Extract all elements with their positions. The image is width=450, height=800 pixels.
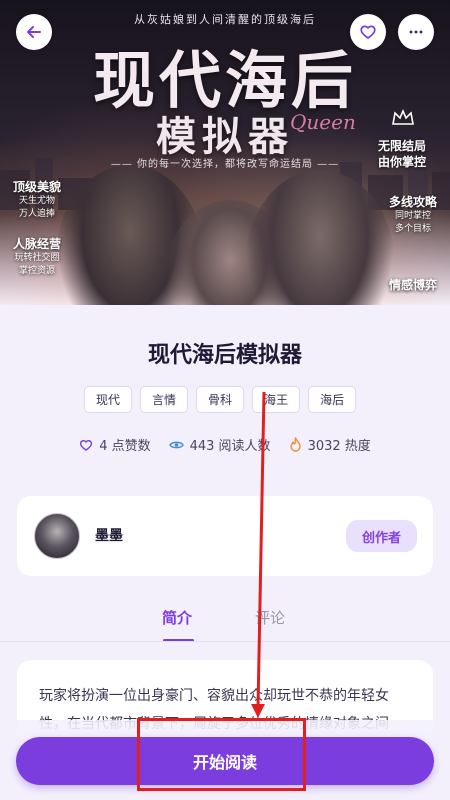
creator-badge: 创作者	[346, 520, 417, 552]
cover-left-label-line: 天生尤物	[18, 196, 55, 206]
reads-count: 443 阅读人数	[189, 439, 271, 454]
flame-icon	[289, 437, 301, 452]
more-button[interactable]	[398, 14, 434, 50]
tab-intro[interactable]: 简介	[162, 607, 192, 628]
more-dots-icon	[409, 30, 423, 34]
arrow-left-icon	[27, 26, 41, 38]
eye-icon	[168, 441, 184, 448]
heat-stat: 3032 热度	[289, 435, 371, 454]
crown-icon	[392, 108, 414, 125]
heart-outline-icon	[80, 439, 93, 451]
cover-right-label-heading: 情感博弈	[388, 278, 437, 292]
cover-script-word: Queen	[290, 110, 356, 134]
creator-name[interactable]: 墨墨	[95, 525, 123, 545]
heat-count: 3032 热度	[307, 439, 371, 454]
tab-comments[interactable]: 评论	[255, 607, 285, 628]
tag-chip[interactable]: 现代	[84, 386, 133, 413]
reads-stat: 443 阅读人数	[168, 435, 271, 454]
cover-right-label-2: 情感博弈	[378, 276, 448, 293]
avatar[interactable]	[34, 513, 80, 559]
tag-chip[interactable]: 海后	[308, 386, 357, 413]
heart-icon	[360, 25, 376, 39]
annotation-box	[137, 718, 306, 791]
cover-image: 从灰姑娘到人间清醒的顶级海后 现代海后 模拟器 Queen —— 你的每一次选择…	[0, 0, 450, 305]
cover-left-label-2: 人脉经营 玩转社交圈 掌控资源	[2, 235, 72, 278]
tag-list: 现代 言情 骨科 海王 海后	[84, 386, 357, 413]
cover-left-label-line: 万人追捧	[18, 209, 55, 219]
cover-right-label-line: 多个目标	[394, 224, 431, 234]
tab-divider	[0, 641, 450, 642]
book-title: 现代海后模拟器	[147, 343, 302, 368]
back-button[interactable]	[16, 14, 52, 50]
tag-chip[interactable]: 海王	[252, 386, 301, 413]
likes-count: 4 点赞数	[99, 439, 151, 454]
cover-left-label-heading: 顶级美貌	[12, 180, 61, 194]
tag-chip[interactable]: 骨科	[196, 386, 245, 413]
cover-right-label-heading: 多线攻略	[388, 195, 437, 209]
favorite-button[interactable]	[350, 14, 386, 50]
cover-left-label-line: 掌控资源	[18, 266, 55, 276]
tag-chip[interactable]: 言情	[140, 386, 189, 413]
cover-left-label-1: 顶级美貌 天生尤物 万人追捧	[2, 178, 72, 221]
cover-badge-line1: 无限结局	[377, 139, 426, 153]
creator-card[interactable]: 墨墨 创作者	[17, 496, 433, 576]
cover-badge-line2: 由你掌控	[377, 155, 426, 169]
cover-left-label-heading: 人脉经营	[12, 237, 61, 251]
stats-row: 4 点赞数 443 阅读人数 3032 热度	[0, 435, 450, 454]
likes-stat: 4 点赞数	[79, 435, 151, 454]
cover-badge: 无限结局 由你掌控	[372, 138, 432, 170]
cover-left-label-line: 玩转社交圈	[14, 253, 60, 263]
cover-right-label-line: 同时掌控	[394, 211, 431, 221]
cover-right-label-1: 多线攻略 同时掌控 多个目标	[378, 193, 448, 236]
